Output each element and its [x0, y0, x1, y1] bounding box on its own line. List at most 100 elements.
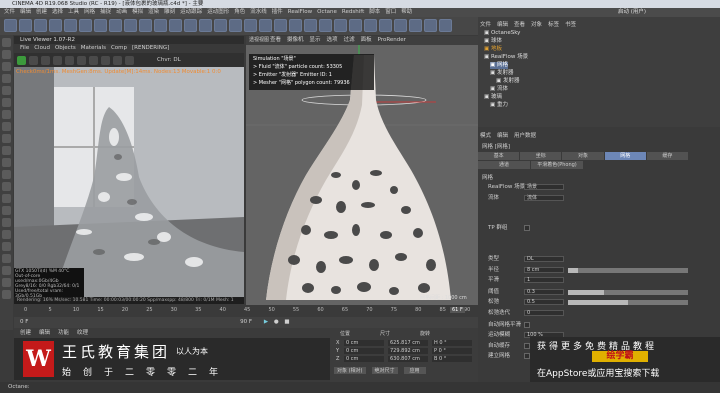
mode-tool-icon[interactable]	[2, 134, 11, 143]
toolbar-tool-icon[interactable]	[124, 19, 137, 32]
toolbar-tool-icon[interactable]	[364, 19, 377, 32]
menu-item[interactable]: 网格	[84, 9, 95, 15]
viewport-tab[interactable]: 查看	[270, 37, 281, 43]
record-icon[interactable]: ●	[274, 319, 279, 325]
attribute-subtab[interactable]: 缓存	[646, 152, 689, 160]
attribute-value-field[interactable]: 流体	[524, 195, 564, 201]
lock-icon[interactable]	[77, 55, 86, 65]
attribute-subtab[interactable]: 通道	[478, 161, 530, 169]
materials-menu-item[interactable]: 创建	[20, 330, 31, 336]
object-manager-tab[interactable]: 文件	[480, 22, 491, 28]
menu-item[interactable]: 渲染	[148, 9, 159, 15]
play-forward-icon[interactable]: ▶	[264, 319, 268, 325]
toolbar-tool-icon[interactable]	[4, 19, 17, 32]
toolbar-tool-icon[interactable]	[289, 19, 302, 32]
toolbar-tool-icon[interactable]	[94, 19, 107, 32]
pick-icon[interactable]	[101, 55, 110, 65]
object-manager-tab[interactable]: 书签	[565, 22, 576, 28]
menu-item[interactable]: 帮助	[401, 9, 412, 15]
menu-item[interactable]: 模拟	[132, 9, 143, 15]
mode-tool-icon[interactable]	[2, 98, 11, 107]
object-manager-tab[interactable]: 编辑	[497, 22, 508, 28]
toolbar-tool-icon[interactable]	[109, 19, 122, 32]
toolbar-tool-icon[interactable]	[64, 19, 77, 32]
toolbar-tool-icon[interactable]	[379, 19, 392, 32]
viewport-tab[interactable]: ProRender	[378, 37, 406, 43]
menu-item[interactable]: 流水线	[250, 9, 267, 15]
coord-rot[interactable]: H 0 °	[432, 340, 472, 346]
materials-menu-item[interactable]: 纹理	[77, 330, 88, 336]
region-icon[interactable]	[89, 55, 98, 65]
stop-icon[interactable]: ■	[284, 319, 289, 325]
mode-tool-icon[interactable]	[2, 158, 11, 167]
menu-item[interactable]: 脚本	[369, 9, 380, 15]
coord-mode-select[interactable]: 对象 (相对)	[334, 367, 366, 374]
mode-tool-icon[interactable]	[2, 50, 11, 59]
start-frame[interactable]: 0 F	[20, 319, 28, 325]
toolbar-tool-icon[interactable]	[409, 19, 422, 32]
object-list-item[interactable]: ▣ 发射器	[496, 78, 519, 85]
mode-tool-icon[interactable]	[2, 146, 11, 155]
mode-tool-icon[interactable]	[2, 266, 11, 275]
toolbar-tool-icon[interactable]	[139, 19, 152, 32]
coord-pos[interactable]: 0 cm	[344, 340, 384, 346]
mode-tool-icon[interactable]	[2, 122, 11, 131]
mode-tool-icon[interactable]	[2, 182, 11, 191]
live-viewer-menu-item[interactable]: Comp	[111, 45, 127, 51]
viewport-tab[interactable]: 选项	[327, 37, 338, 43]
current-frame[interactable]: 61 F	[450, 307, 465, 313]
attribute-subtab[interactable]: 对象	[562, 152, 604, 160]
object-list-item[interactable]: ▣ OctaneSky	[484, 30, 520, 37]
object-list-item[interactable]: ▣ 发射器	[490, 70, 513, 77]
timeline[interactable]: 0 5 10 15 20 25 30 35 40 45 50 55 60 65 70 75 80 85 90	[14, 305, 478, 317]
refresh-icon[interactable]	[29, 55, 38, 65]
channel-select[interactable]: Chvr: DL	[157, 57, 181, 63]
menu-item[interactable]: 文件	[4, 9, 15, 15]
attribute-slider[interactable]	[568, 300, 688, 305]
mode-tool-icon[interactable]	[2, 206, 11, 215]
coord-size[interactable]: 630.807 cm	[388, 356, 428, 362]
menu-item[interactable]: 角色	[234, 9, 245, 15]
mode-tool-icon[interactable]	[2, 170, 11, 179]
object-list-item[interactable]: ▣ 重力	[490, 102, 508, 109]
toolbar-tool-icon[interactable]	[214, 19, 227, 32]
toolbar-tool-icon[interactable]	[304, 19, 317, 32]
toolbar-tool-icon[interactable]	[259, 19, 272, 32]
mode-tool-icon[interactable]	[2, 254, 11, 263]
toolbar-tool-icon[interactable]	[184, 19, 197, 32]
toolbar-tool-icon[interactable]	[19, 19, 32, 32]
toolbar-tool-icon[interactable]	[274, 19, 287, 32]
menu-item[interactable]: 窗口	[385, 9, 396, 15]
attribute-subtab[interactable]: 平滑着色(Phong)	[531, 161, 583, 169]
live-viewer-menu-item[interactable]: Materials	[81, 45, 106, 51]
menu-item[interactable]: 捕捉	[100, 9, 111, 15]
object-list-item[interactable]: ▣ 网格	[490, 62, 508, 69]
toolbar-tool-icon[interactable]	[244, 19, 257, 32]
mode-tool-icon[interactable]	[2, 278, 11, 287]
mode-tool-icon[interactable]	[2, 38, 11, 47]
mode-tool-icon[interactable]	[2, 242, 11, 251]
object-list-item[interactable]: ▣ 地板	[484, 46, 502, 53]
attribute-value-field[interactable]: 1	[524, 277, 564, 283]
end-frame[interactable]: 90 F	[240, 319, 252, 325]
menu-item[interactable]: 选择	[52, 9, 63, 15]
attribute-value-field[interactable]: DL	[524, 256, 564, 262]
toolbar-tool-icon[interactable]	[334, 19, 347, 32]
live-viewer-menu-item[interactable]: Cloud	[34, 45, 50, 51]
menu-item[interactable]: RealFlow	[288, 9, 312, 15]
attribute-subtab[interactable]: 坐标	[520, 152, 562, 160]
coord-size[interactable]: 625.817 cm	[388, 340, 428, 346]
coord-pos[interactable]: 0 cm	[344, 348, 384, 354]
attribute-value-field[interactable]: 0	[524, 310, 564, 316]
toolbar-tool-icon[interactable]	[319, 19, 332, 32]
materials-menu-item[interactable]: 编辑	[39, 330, 50, 336]
materials-menu-item[interactable]: 功能	[58, 330, 69, 336]
object-list-item[interactable]: ▣ 球体	[484, 38, 502, 45]
coord-rot[interactable]: P 0 °	[432, 348, 472, 354]
viewport-tab[interactable]: 摄像机	[287, 37, 304, 43]
attribute-checkbox[interactable]	[524, 322, 530, 328]
toolbar-tool-icon[interactable]	[199, 19, 212, 32]
mode-tool-icon[interactable]	[2, 74, 11, 83]
attribute-value-field[interactable]: 0.5	[524, 299, 564, 305]
attribute-value-field[interactable]: 8 cm	[524, 267, 564, 273]
